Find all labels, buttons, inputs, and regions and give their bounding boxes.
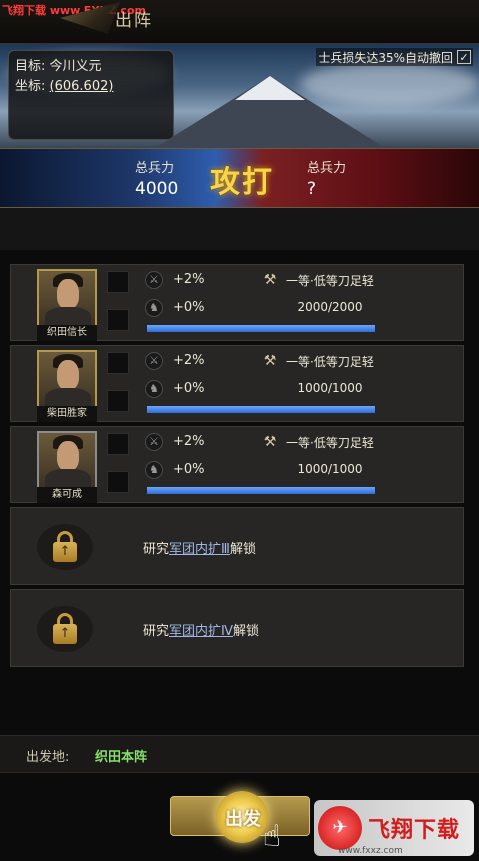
- unlock-prefix: 研究: [143, 624, 170, 639]
- unlock-suffix: 解锁: [233, 624, 260, 639]
- face-shape: [57, 441, 79, 471]
- own-troops-value: 4000: [135, 179, 179, 199]
- equipment-slot[interactable]: [107, 390, 129, 412]
- top-bar: 飞翔下载 www.FXXZ.com 出阵: [0, 0, 479, 44]
- troop-type[interactable]: 一等·低等刀足轻: [286, 272, 374, 289]
- troop-bar: [147, 487, 375, 494]
- equipment-slot[interactable]: [107, 271, 129, 293]
- general-slot[interactable]: 柴田胜家 ⚔ +2% ♞ +0% ⚒ 一等·低等刀足轻 1000/1000: [10, 345, 464, 422]
- defense-bonus: +0%: [173, 300, 205, 315]
- horse-icon: ♞: [145, 380, 163, 398]
- research-link[interactable]: 军团内扩Ⅳ: [169, 624, 233, 639]
- coord-row: 坐标: (606.602): [15, 77, 167, 97]
- equipment-slot[interactable]: [107, 309, 129, 331]
- target-info-panel: 目标: 今川义元 坐标: (606.602): [8, 50, 174, 140]
- troop-bar: [147, 325, 375, 332]
- general-portrait[interactable]: [37, 269, 97, 329]
- troop-count: 2000/2000: [297, 300, 363, 314]
- origin-label: 出发地:: [26, 750, 70, 765]
- enemy-troops-value: ?: [307, 179, 317, 199]
- coord-label: 坐标:: [15, 79, 46, 94]
- unlock-prefix: 研究: [143, 542, 170, 557]
- unlock-requirement: 研究军团内扩Ⅳ解锁: [143, 620, 259, 639]
- general-portrait[interactable]: [37, 350, 97, 410]
- snowcap-icon: [235, 76, 305, 100]
- padlock-icon: ↑: [37, 606, 93, 652]
- battle-compare-bar: 总兵力 4000 攻打 总兵力 ?: [0, 148, 479, 208]
- coord-link[interactable]: (606.602): [50, 79, 114, 94]
- equipment-slot[interactable]: [107, 471, 129, 493]
- attack-bonus: +2%: [173, 353, 205, 368]
- page-title: 出阵: [115, 11, 153, 31]
- troop-bar-fill: [147, 487, 375, 494]
- lock-body: ↑: [53, 542, 77, 562]
- sword-icon: ⚔: [145, 271, 163, 289]
- logo-text: 飞翔下载: [368, 818, 461, 843]
- attack-button[interactable]: 攻打: [199, 155, 285, 203]
- sword-icon: ⚔: [145, 433, 163, 451]
- auto-retreat-toggle[interactable]: 士兵损失达35%自动撤回 ✓: [316, 48, 473, 66]
- logo-url: www.fxxz.com: [338, 846, 403, 856]
- general-slot[interactable]: 织田信长 ⚔ +2% ♞ +0% ⚒ 一等·低等刀足轻 2000/2000: [10, 264, 464, 341]
- research-link[interactable]: 军团内扩Ⅲ: [169, 542, 230, 557]
- sword-icon: ⚔: [145, 352, 163, 370]
- divider: [0, 208, 479, 250]
- troop-bar: [147, 406, 375, 413]
- spear-icon: ⚒: [263, 434, 277, 450]
- unlock-suffix: 解锁: [229, 542, 256, 557]
- horse-icon: ♞: [145, 461, 163, 479]
- troop-type[interactable]: 一等·低等刀足轻: [286, 353, 374, 370]
- equipment-slot[interactable]: [107, 352, 129, 374]
- general-portrait[interactable]: [37, 431, 97, 491]
- general-slot[interactable]: 森可成 ⚔ +2% ♞ +0% ⚒ 一等·低等刀足轻 1000/1000: [10, 426, 464, 503]
- face-shape: [57, 360, 79, 390]
- logo-mark-icon: ✈: [318, 806, 362, 850]
- padlock-icon: ↑: [37, 524, 93, 570]
- horse-icon: ♞: [145, 299, 163, 317]
- unlock-requirement: 研究军团内扩Ⅲ解锁: [143, 538, 256, 557]
- lock-body: ↑: [53, 624, 77, 644]
- attack-bonus: +2%: [173, 434, 205, 449]
- checkbox-icon[interactable]: ✓: [457, 50, 471, 64]
- equipment-slot[interactable]: [107, 433, 129, 455]
- face-shape: [57, 279, 79, 309]
- attack-bonus: +2%: [173, 272, 205, 287]
- troop-type[interactable]: 一等·低等刀足轻: [286, 434, 374, 451]
- spear-icon: ⚒: [263, 272, 277, 288]
- target-name: 今川义元: [49, 59, 102, 74]
- spear-icon: ⚒: [263, 353, 277, 369]
- origin-value[interactable]: 织田本阵: [95, 746, 147, 765]
- target-label: 目标:: [15, 59, 46, 74]
- pointing-hand-icon: ☝: [262, 819, 282, 854]
- locked-slot: ↑ 研究军团内扩Ⅳ解锁: [10, 589, 464, 667]
- locked-slot: ↑ 研究军团内扩Ⅲ解锁: [10, 507, 464, 585]
- troop-count: 1000/1000: [297, 462, 363, 476]
- defense-bonus: +0%: [173, 462, 205, 477]
- own-troops-label: 总兵力: [135, 161, 175, 176]
- target-row: 目标: 今川义元: [15, 57, 167, 77]
- defense-bonus: +0%: [173, 381, 205, 396]
- auto-retreat-label: 士兵损失达35%自动撤回: [318, 50, 453, 65]
- troop-count: 1000/1000: [297, 381, 363, 395]
- general-name: 森可成: [37, 487, 97, 503]
- departure-bar: 出发地: 织田本阵: [0, 735, 479, 773]
- general-name: 织田信长: [37, 325, 97, 341]
- enemy-troops-label: 总兵力: [307, 161, 347, 176]
- general-name: 柴田胜家: [37, 406, 97, 422]
- troop-bar-fill: [147, 325, 375, 332]
- troop-bar-fill: [147, 406, 375, 413]
